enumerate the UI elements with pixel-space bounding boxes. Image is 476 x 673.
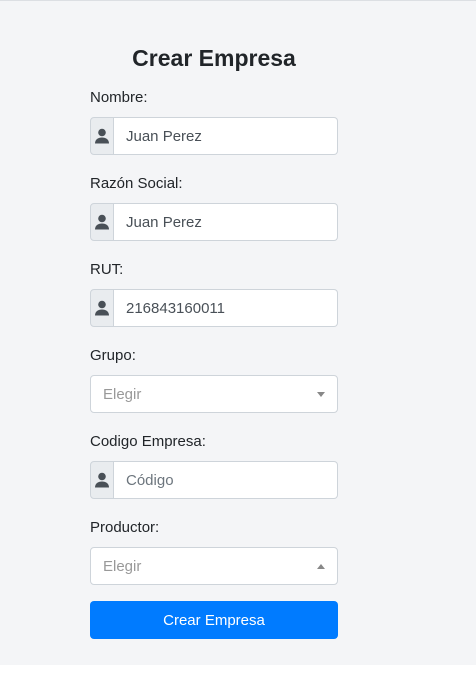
crear-empresa-button[interactable]: Crear Empresa [90, 601, 338, 639]
rut-input-group [90, 289, 338, 327]
nombre-label: Nombre: [90, 89, 148, 106]
chevron-up-icon [317, 563, 325, 569]
productor-select-value: Elegir [103, 557, 142, 575]
chevron-down-icon [317, 391, 325, 397]
codigo-empresa-label: Codigo Empresa: [90, 433, 206, 450]
page-title: Crear Empresa [132, 45, 296, 71]
rut-input[interactable] [114, 289, 338, 327]
razon-social-label: Razón Social: [90, 175, 183, 192]
grupo-select-value: Elegir [103, 385, 142, 403]
grupo-select[interactable]: Elegir [90, 375, 338, 413]
user-icon [90, 289, 114, 327]
user-icon [90, 117, 114, 155]
razon-social-input-group [90, 203, 338, 241]
razon-social-input[interactable] [114, 203, 338, 241]
codigo-empresa-input-group [90, 461, 338, 499]
nombre-input-group [90, 117, 338, 155]
user-icon [90, 203, 114, 241]
productor-label: Productor: [90, 519, 160, 536]
grupo-label: Grupo: [90, 347, 136, 364]
productor-select[interactable]: Elegir [90, 547, 338, 585]
codigo-empresa-input[interactable] [114, 461, 338, 499]
user-icon [90, 461, 114, 499]
nombre-input[interactable] [114, 117, 338, 155]
form-panel: Crear Empresa Nombre: Razón Social: RUT:… [0, 0, 476, 665]
rut-label: RUT: [90, 261, 124, 278]
